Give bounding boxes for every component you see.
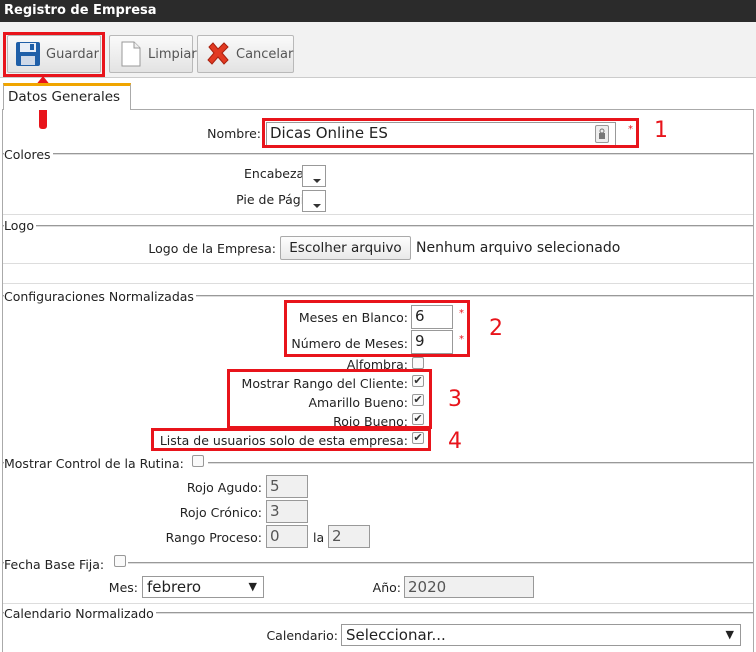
rango-from-input[interactable]: 0 [266,525,308,548]
annotation-3: 3 [448,387,462,412]
nombre-label: Nombre: [207,126,261,141]
rango-proceso-label: Rango Proceso: [165,530,262,545]
fecha-legend-label: Fecha Base Fija: [4,557,105,572]
annotation-1: 1 [654,118,668,143]
anio-input[interactable]: 2020 [404,576,534,598]
dropdown-arrow-icon: ▼ [248,580,257,593]
config-legend: Configuraciones Normalizadas [4,289,196,304]
calendario-select[interactable]: Seleccionar... ▼ [341,624,741,646]
pie-pagina-label: Pie de Página: [236,192,324,207]
fecha-checkbox[interactable] [114,555,126,567]
section-divider [3,153,753,155]
mes-label: Mes: [108,580,138,595]
section-divider [3,263,753,264]
calendario-legend: Calendario Normalizado [4,606,156,621]
section-divider [3,225,753,227]
tab-datos-generales[interactable]: Datos Generales [3,83,131,110]
colores-legend: Colores [4,147,53,162]
file-status-text: Nenhum arquivo selecionado [416,240,621,256]
cancel-button-label: Cancelar [236,46,294,62]
red-x-icon [204,40,232,68]
mes-select[interactable]: febrero ▼ [142,576,264,598]
clear-button-label: Limpiar [148,46,197,62]
encabezado-color-picker[interactable] [302,165,326,187]
annotation-2: 2 [489,316,503,341]
save-highlight-box [3,32,105,77]
rojo-agudo-input[interactable]: 5 [266,475,308,498]
nombre-highlight-box [262,118,639,148]
rutina-legend: Mostrar Control de la Rutina: [4,456,208,471]
lista-usuarios-highlight-box [151,428,431,451]
encabezado-label: Encabezado: [244,166,324,181]
rutina-checkbox[interactable] [192,455,204,467]
window-title: Registro de Empresa [0,0,756,22]
rango-to-input[interactable]: 2 [328,525,370,548]
blank-page-icon [116,40,144,68]
annotation-4: 4 [448,429,462,454]
logo-legend: Logo [4,218,36,233]
rojo-cronico-label: Rojo Crónico: [179,505,262,520]
anio-label: Año: [372,580,401,595]
checkbox-group-highlight-box [227,369,432,429]
fecha-legend: Fecha Base Fija: [4,557,129,572]
clear-button[interactable]: Limpiar [109,35,197,73]
section-divider [3,603,753,604]
logo-empresa-label: Logo de la Empresa: [148,241,276,256]
alfombra-checkbox[interactable] [412,357,424,369]
cancel-button[interactable]: Cancelar [197,35,294,73]
calendario-value: Seleccionar... [346,626,446,644]
section-divider [3,214,753,215]
meses-highlight-box [284,300,470,357]
pie-pagina-color-picker[interactable] [302,190,326,212]
rojo-agudo-label: Rojo Agudo: [186,480,262,495]
rutina-legend-label: Mostrar Control de la Rutina: [4,456,184,471]
choose-file-button[interactable]: Escolher arquivo [280,236,411,260]
section-divider [3,283,753,284]
rojo-cronico-input[interactable]: 3 [266,500,308,523]
dropdown-arrow-icon: ▼ [725,628,734,641]
mes-value: febrero [147,578,202,596]
calendario-label: Calendario: [266,628,338,643]
rango-separator: la [313,530,325,545]
